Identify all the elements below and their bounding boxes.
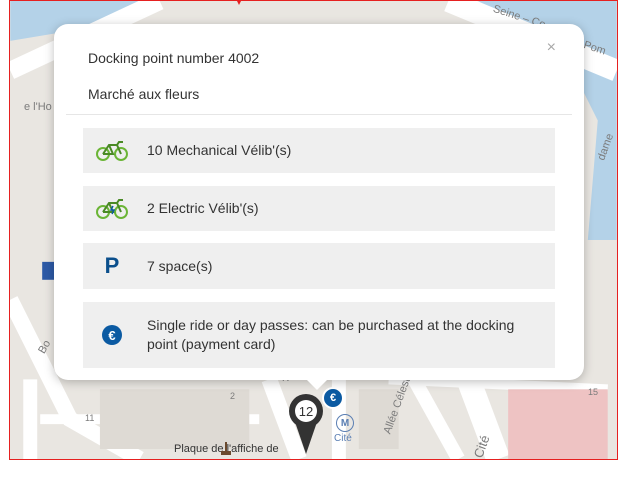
close-icon[interactable]: ×	[547, 40, 556, 56]
metro-icon[interactable]: M	[336, 414, 354, 432]
map-label-num-15: 15	[588, 387, 599, 397]
station-popup: × Docking point number 4002 Marché aux f…	[54, 24, 584, 390]
parking-icon: P	[94, 253, 130, 279]
map-label-num-2: 2	[230, 391, 236, 401]
row-mechanical-bikes: 10 Mechanical Vélib'(s)	[83, 128, 555, 173]
row-parking-spaces: P 7 space(s)	[83, 243, 555, 289]
popup-subtitle: Marché aux fleurs	[88, 86, 200, 102]
popup-divider	[66, 114, 572, 115]
row-electric-bikes: 2 Electric Vélib'(s)	[83, 186, 555, 231]
map-top-marker	[234, 1, 244, 5]
electric-bikes-text: 2 Electric Vélib'(s)	[147, 200, 259, 216]
station-pin-count: 12	[299, 404, 313, 419]
payment-info-text: Single ride or day passes: can be purcha…	[147, 317, 515, 352]
parking-spaces-text: 7 space(s)	[147, 257, 213, 274]
station-pin-icon[interactable]: 12	[287, 392, 325, 458]
metro-station-label: Cité	[334, 433, 352, 444]
parking-letter: P	[104, 253, 120, 278]
mechanical-bike-icon	[94, 138, 130, 164]
map-label-quai: e l'Ho	[24, 101, 52, 113]
euro-icon: €	[94, 322, 130, 348]
electric-bike-icon	[94, 196, 130, 222]
map-label-num-11: 11	[85, 413, 95, 423]
row-payment-info: € Single ride or day passes: can be purc…	[83, 302, 555, 368]
popup-title: Docking point number 4002	[88, 50, 260, 66]
pin-euro-badge-icon: €	[322, 387, 344, 409]
euro-symbol: €	[102, 325, 122, 345]
mechanical-bikes-text: 10 Mechanical Vélib'(s)	[147, 142, 292, 158]
monument-icon	[221, 442, 231, 455]
